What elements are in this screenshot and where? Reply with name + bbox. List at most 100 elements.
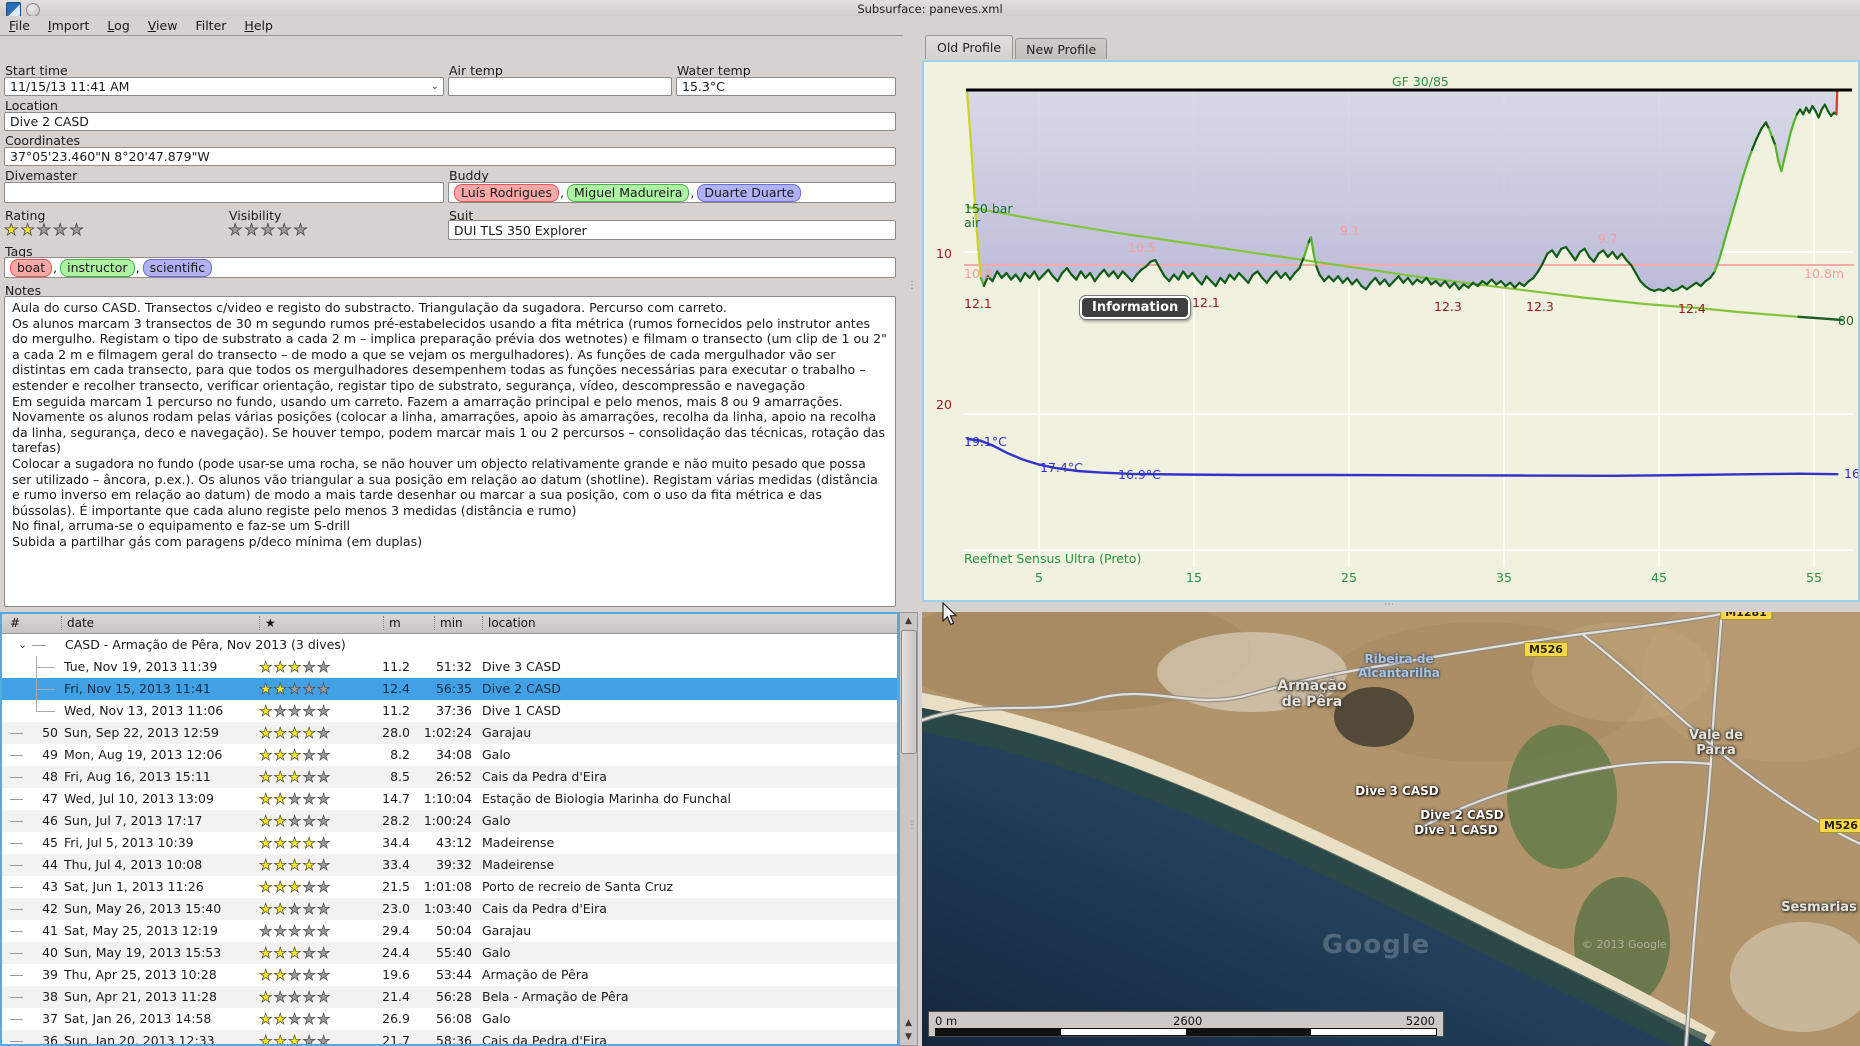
air-temp-field[interactable] [448, 77, 672, 96]
star-icon: ★ [277, 220, 294, 240]
dive-row[interactable]: 45 Fri, Jul 5, 2013 10:39 ★★★★★ 34.4 43:12 Ma… [2, 832, 897, 854]
dive-row[interactable]: 46 Sun, Jul 7, 2013 17:17 ★★★★★ 28.2 1:00:24… [2, 810, 897, 832]
star-icon: ★ [69, 220, 86, 240]
scroll-up-icon[interactable]: ▲ [900, 1016, 917, 1030]
column-header-min[interactable]: min [434, 616, 463, 630]
dive-duration: 1:10:04 [423, 791, 472, 806]
star-icon: ★ [273, 702, 288, 721]
menu-help[interactable]: Help [235, 16, 282, 35]
dive-number: 41 [42, 923, 58, 938]
pill-duarte-duarte: Duarte Duarte [697, 183, 802, 202]
coordinates-field[interactable]: 37°05'23.460"N 8°20'47.879"W [4, 147, 896, 166]
visibility-stars[interactable]: ★★★★★ [228, 220, 310, 240]
menu-filter[interactable]: Filter [186, 16, 235, 35]
dive-row[interactable]: 47 Wed, Jul 10, 2013 13:09 ★★★★★ 14.7 1:10:0… [2, 788, 897, 810]
dive-duration: 53:44 [435, 967, 472, 982]
dive-row[interactable]: 36 Sun, Jan 20, 2013 12:33 ★★★★★ 21.7 58:36 C… [2, 1030, 897, 1046]
star-icon: ★ [287, 680, 303, 699]
star-icon: ★ [259, 988, 274, 1007]
dive-location: Galo [482, 813, 511, 828]
star-icon: ★ [316, 878, 332, 897]
pill-instructor: instructor [60, 258, 135, 277]
tags-field[interactable]: boat, instructor, scientific [4, 257, 896, 278]
tab-old-profile[interactable]: Old Profile [925, 35, 1014, 59]
star-icon: ★ [287, 702, 303, 721]
star-icon: ★ [228, 220, 245, 240]
vertical-splitter[interactable]: ⋮ [907, 820, 918, 831]
star-icon: ★ [287, 658, 303, 677]
star-icon: ★ [273, 658, 288, 677]
star-icon: ★ [259, 746, 274, 765]
star-icon: ★ [316, 966, 332, 985]
chevron-expanded-icon[interactable]: ⌄ [18, 634, 27, 656]
column-header-num[interactable]: # [10, 616, 20, 630]
star-icon: ★ [316, 746, 332, 765]
dive-row[interactable]: Fri, Nov 15, 2013 11:41 ★★★★★ 12.4 56:35 Div… [2, 678, 897, 700]
suit-field[interactable]: DUI TLS 350 Explorer [448, 220, 896, 240]
tab-new-profile[interactable]: New Profile [1015, 38, 1108, 59]
dive-row[interactable]: Wed, Nov 13, 2013 11:06 ★★★★★ 11.2 37:36 Div… [2, 700, 897, 722]
dive-row[interactable]: 37 Sat, Jan 26, 2013 14:58 ★★★★★ 26.9 56:08 G… [2, 1008, 897, 1030]
dive-rating: ★★★★★ [259, 722, 331, 745]
scrollbar-thumb[interactable] [901, 630, 917, 754]
dive-location: Armação de Pêra [482, 967, 589, 982]
horizontal-splitter[interactable]: ⋯ [1384, 599, 1395, 610]
star-icon: ★ [273, 900, 288, 919]
dive-duration: 51:32 [435, 659, 472, 674]
dive-row[interactable]: 41 Sat, May 25, 2013 12:19 ★★★★★ 29.4 50:04 G… [2, 920, 897, 942]
dive-row[interactable]: 39 Thu, Apr 25, 2013 10:28 ★★★★★ 19.6 53:44 A… [2, 964, 897, 986]
column-header-stars[interactable]: ★ [259, 616, 276, 630]
start-time-combo[interactable]: 11/15/13 11:41 AM ⌄ [4, 77, 444, 96]
menu-import[interactable]: Import [39, 16, 99, 35]
dive-row[interactable]: 43 Sat, Jun 1, 2013 11:26 ★★★★★ 21.5 1:01:08… [2, 876, 897, 898]
star-icon: ★ [316, 988, 332, 1007]
trip-group-row[interactable]: ⌄ CASD - Armação de Pêra, Nov 2013 (3 div… [2, 634, 897, 656]
dive-depth: 11.2 [382, 703, 410, 718]
svg-text:12.1: 12.1 [964, 296, 992, 311]
svg-text:16: 16 [1844, 466, 1858, 481]
star-icon: ★ [259, 966, 274, 985]
dive-row[interactable]: 44 Thu, Jul 4, 2013 10:08 ★★★★★ 33.4 39:32 Ma… [2, 854, 897, 876]
menu-file[interactable]: File [0, 16, 39, 35]
dive-row[interactable]: 40 Sun, May 19, 2013 15:53 ★★★★★ 24.4 55:40 G… [2, 942, 897, 964]
svg-text:25: 25 [1341, 570, 1357, 585]
dive-location: Bela - Armação de Pêra [482, 989, 629, 1004]
svg-text:9.7: 9.7 [1598, 231, 1618, 246]
dive-row[interactable]: Tue, Nov 19, 2013 11:39 ★★★★★ 11.2 51:32 Div… [2, 656, 897, 678]
dive-row[interactable]: 38 Sun, Apr 21, 2013 11:28 ★★★★★ 21.4 56:28 B… [2, 986, 897, 1008]
column-header-depth[interactable]: m [383, 616, 401, 630]
star-icon: ★ [259, 812, 274, 831]
column-header-location[interactable]: location [482, 616, 536, 630]
dive-site-map[interactable]: Armação de Pêra Ribeira de Alcantarilha Va… [922, 612, 1860, 1046]
buddy-field[interactable]: Luís Rodrigues, Miguel Madureira, Duarte D… [448, 182, 896, 203]
scroll-up-icon[interactable]: ▲ [900, 614, 917, 628]
scale-segments [935, 1028, 1437, 1036]
dive-row[interactable]: 48 Fri, Aug 16, 2013 15:11 ★★★★★ 8.5 26:52 Ca… [2, 766, 897, 788]
water-temp-field[interactable]: 15.3°C [676, 77, 896, 96]
scroll-down-icon[interactable]: ▼ [900, 1030, 917, 1044]
star-icon: ★ [302, 1032, 317, 1046]
coordinates-value: 37°05'23.460"N 8°20'47.879"W [10, 149, 210, 164]
column-header-date[interactable]: date [61, 616, 94, 630]
vertical-splitter[interactable]: ⋮ [907, 280, 918, 291]
star-icon: ★ [302, 790, 317, 809]
rating-stars[interactable]: ★★★★★ [4, 220, 86, 240]
dive-row[interactable]: 42 Sun, May 26, 2013 15:40 ★★★★★ 23.0 1:03:4… [2, 898, 897, 920]
svg-text:80: 80 [1838, 313, 1854, 328]
notes-textarea[interactable]: Aula do curso CASD. Transectos c/video e… [4, 296, 896, 607]
menu-log[interactable]: Log [98, 16, 138, 35]
information-button[interactable]: Information [1080, 296, 1191, 319]
menu-view[interactable]: View [139, 16, 187, 35]
svg-text:12.4: 12.4 [1678, 301, 1706, 316]
chevron-down-icon[interactable]: ⌄ [431, 81, 439, 92]
star-icon: ★ [244, 220, 261, 240]
star-icon: ★ [316, 724, 332, 743]
location-field[interactable]: Dive 2 CASD [4, 112, 896, 131]
dive-row[interactable]: 50 Sun, Sep 22, 2013 12:59 ★★★★★ 28.0 1:02:2… [2, 722, 897, 744]
dive-duration: 39:32 [435, 857, 472, 872]
dive-row[interactable]: 49 Mon, Aug 19, 2013 12:06 ★★★★★ 8.2 34:08 Ga… [2, 744, 897, 766]
trip-group-label: CASD - Armação de Pêra, Nov 2013 (3 dive… [65, 637, 346, 652]
divemaster-field[interactable] [4, 182, 444, 203]
star-icon: ★ [287, 834, 303, 853]
dive-rating: ★★★★★ [259, 656, 331, 679]
